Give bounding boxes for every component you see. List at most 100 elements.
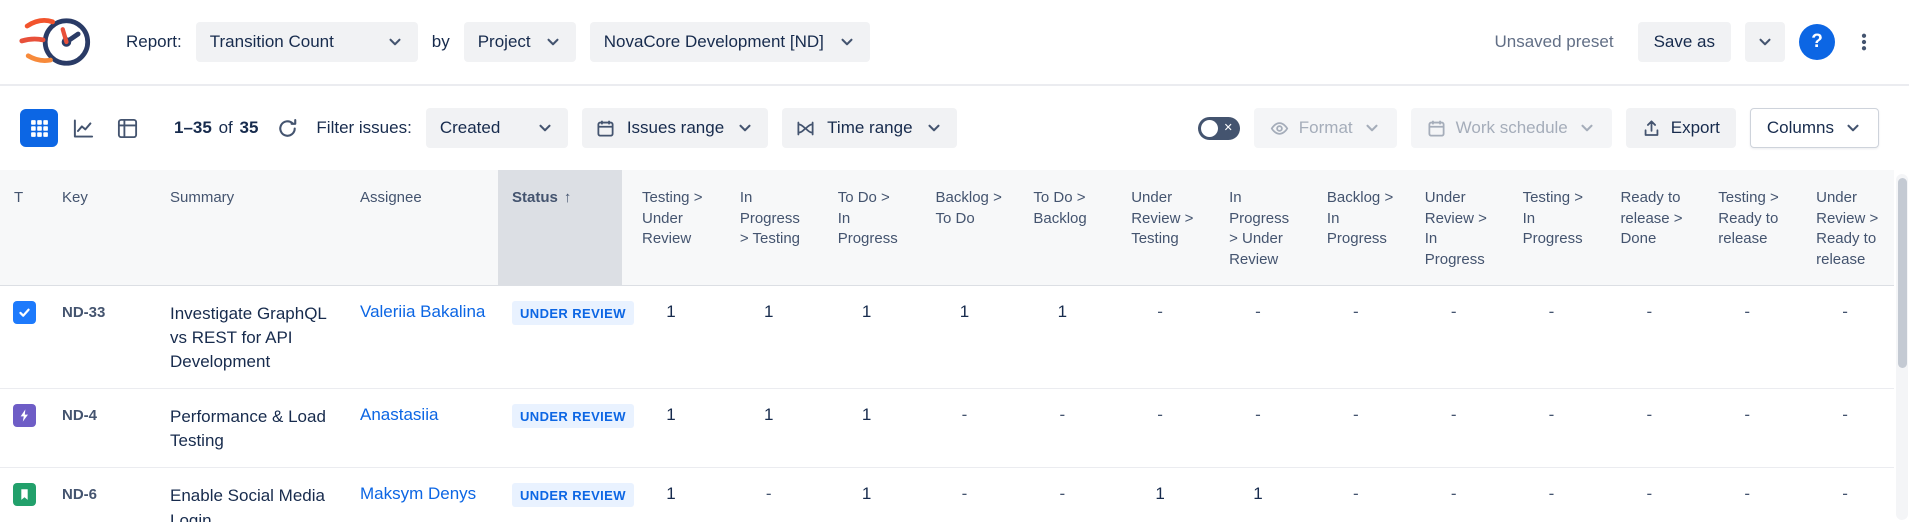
chevron-down-icon [1844,119,1862,137]
issues-range-button[interactable]: Issues range [582,108,768,148]
transition-count-cell-8: - [1405,389,1503,468]
export-button[interactable]: Export [1626,108,1736,148]
pivot-view-button[interactable] [108,109,146,147]
vertical-scrollbar[interactable] [1896,174,1908,520]
column-header-key[interactable]: Key [48,170,156,285]
assignee-cell: Maksym Denys [346,468,498,522]
calendar-icon [1427,119,1446,138]
filter-issues-label: Filter issues: [316,118,411,138]
hourglass-icon [796,119,815,138]
filter-field-select[interactable]: Created [426,108,568,148]
column-header-transition-7[interactable]: Backlog > In Progress [1307,170,1405,285]
status-cell: UNDER REVIEW [498,468,622,522]
column-header-assignee[interactable]: Assignee [346,170,498,285]
column-header-transition-5[interactable]: Under Review > Testing [1111,170,1209,285]
column-header-transition-8[interactable]: Under Review > In Progress [1405,170,1503,285]
transition-count-cell-4: 1 [1013,285,1111,388]
transition-count-cell-2: 1 [818,468,916,522]
issue-row-nd-4: ND-4Performance & Load TestingAnastasiia… [0,389,1894,468]
columns-button[interactable]: Columns [1750,108,1879,148]
column-header-transition-10[interactable]: Ready to release > Done [1600,170,1698,285]
chevron-down-icon [386,33,404,51]
chevron-down-icon [736,119,754,137]
report-type-select[interactable]: Transition Count [196,22,418,62]
save-as-menu-button[interactable] [1745,22,1785,62]
assignee-link[interactable]: Maksym Denys [360,484,476,503]
format-button[interactable]: Format [1254,108,1397,148]
epic-icon[interactable] [13,404,36,427]
filter-field-value: Created [440,118,500,138]
transition-count-cell-4: - [1013,468,1111,522]
column-header-transition-1[interactable]: In Progress > Testing [720,170,818,285]
unsaved-preset-label: Unsaved preset [1494,32,1613,52]
question-mark-icon: ? [1811,31,1823,53]
status-badge: UNDER REVIEW [512,404,634,428]
report-type-value: Transition Count [210,32,334,52]
issue-type-cell [0,468,48,522]
chevron-down-icon [838,33,856,51]
column-header-transition-9[interactable]: Testing > In Progress [1503,170,1601,285]
report-table-container: TKeySummaryAssigneeStatus↑Testing > Unde… [0,170,1894,522]
column-header-transition-3[interactable]: Backlog > To Do [916,170,1014,285]
view-switcher [20,109,146,147]
transition-count-cell-7: - [1307,285,1405,388]
column-header-transition-2[interactable]: To Do > In Progress [818,170,916,285]
transition-count-cell-9: - [1503,389,1601,468]
column-header-transition-0[interactable]: Testing > Under Review [622,170,720,285]
sort-ascending-icon: ↑ [564,189,572,206]
toolbar: 1–35 of 35 Filter issues: Created Issues… [0,86,1909,170]
transition-count-cell-8: - [1405,468,1503,522]
project-value: NovaCore Development [ND] [604,32,824,52]
transition-count-cell-12: - [1796,468,1894,522]
column-header-transition-6[interactable]: In Progress > Under Review [1209,170,1307,285]
refresh-button[interactable] [272,113,302,143]
column-header-status[interactable]: Status↑ [498,170,622,285]
issue-summary: Investigate GraphQL vs REST for API Deve… [156,285,346,388]
issue-count: 1–35 of 35 [174,118,258,138]
transition-count-cell-6: - [1209,389,1307,468]
transition-count-cell-5: 1 [1111,468,1209,522]
column-header-transition-4[interactable]: To Do > Backlog [1013,170,1111,285]
chart-view-button[interactable] [64,109,102,147]
assignee-link[interactable]: Valeriia Bakalina [360,302,485,321]
project-select[interactable]: NovaCore Development [ND] [590,22,870,62]
transition-count-cell-10: - [1600,389,1698,468]
transition-count-cell-9: - [1503,285,1601,388]
grid-view-button[interactable] [20,109,58,147]
work-schedule-button[interactable]: Work schedule [1411,108,1612,148]
transition-count-cell-9: - [1503,468,1601,522]
more-options-button[interactable] [1849,22,1879,62]
line-chart-icon [72,117,95,140]
status-cell: UNDER REVIEW [498,285,622,388]
count-of-label: of [217,118,235,137]
story-icon[interactable] [13,483,36,506]
assignee-link[interactable]: Anastasiia [360,405,438,424]
time-range-button[interactable]: Time range [782,108,956,148]
issue-key: ND-33 [48,285,156,388]
issue-key: ND-4 [48,389,156,468]
chevron-down-icon [925,119,943,137]
issue-key: ND-6 [48,468,156,522]
column-header-summary[interactable]: Summary [156,170,346,285]
transition-count-cell-11: - [1698,285,1796,388]
status-badge: UNDER REVIEW [512,483,634,507]
assignee-cell: Valeriia Bakalina [346,285,498,388]
transition-count-cell-10: - [1600,468,1698,522]
transition-count-cell-0: 1 [622,389,720,468]
task-icon[interactable] [13,301,36,324]
transition-count-cell-0: 1 [622,468,720,522]
column-header-t[interactable]: T [0,170,48,285]
column-header-transition-12[interactable]: Under Review > Ready to release [1796,170,1894,285]
count-total: 35 [239,118,258,137]
column-header-transition-11[interactable]: Testing > Ready to release [1698,170,1796,285]
toggle-switch[interactable]: ✕ [1198,117,1240,140]
header-row: TKeySummaryAssigneeStatus↑Testing > Unde… [0,170,1894,285]
scrollbar-thumb[interactable] [1898,178,1907,368]
transition-count-cell-1: 1 [720,285,818,388]
export-icon [1642,119,1661,138]
group-by-select[interactable]: Project [464,22,576,62]
work-schedule-label: Work schedule [1456,118,1568,138]
save-as-button[interactable]: Save as [1638,22,1731,62]
help-button[interactable]: ? [1799,24,1835,60]
header: Report: Transition Count by Project Nova… [0,0,1909,86]
